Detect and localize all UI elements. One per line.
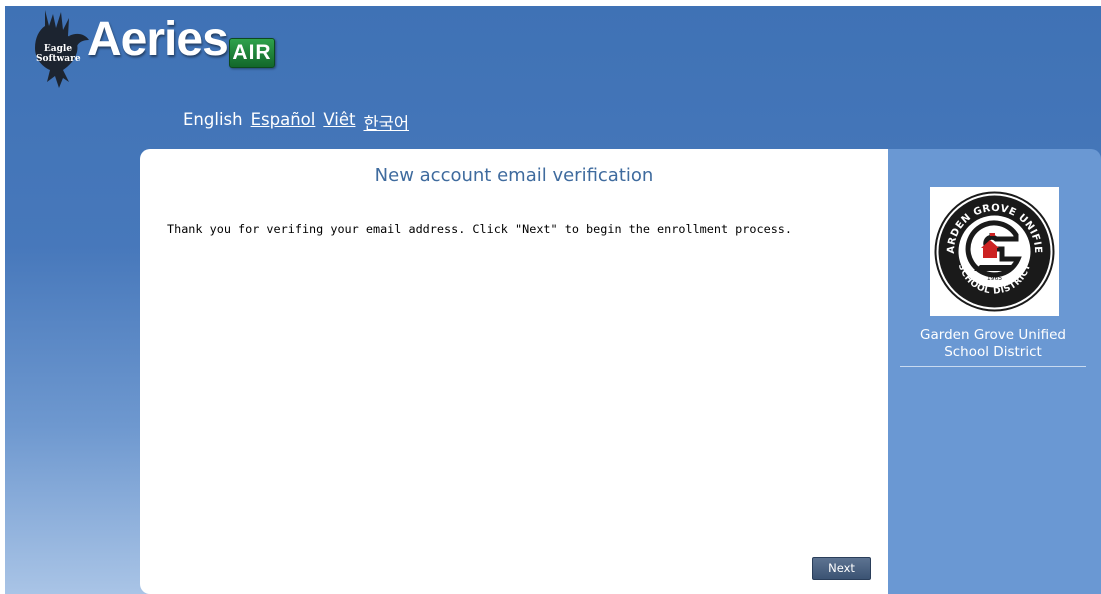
side-divider bbox=[900, 366, 1086, 367]
page-title: New account email verification bbox=[374, 165, 654, 186]
language-selector: English Español Viêt 한국어 bbox=[183, 110, 409, 134]
district-logo: GARDEN GROVE UNIFIED SCHOOL DISTRICT 196… bbox=[926, 179, 1059, 316]
language-english: English bbox=[183, 110, 243, 129]
svg-text:1965: 1965 bbox=[987, 275, 1002, 282]
district-name-line2: School District bbox=[944, 344, 1042, 360]
aeries-logo: Eagle Software Aeries AIR bbox=[23, 8, 293, 90]
eagle-label-line1: Eagle bbox=[43, 44, 73, 54]
district-side-panel: GARDEN GROVE UNIFIED SCHOOL DISTRICT 196… bbox=[888, 149, 1101, 594]
language-korean-link[interactable]: 한국어 bbox=[363, 110, 409, 134]
district-name: Garden Grove Unified School District bbox=[900, 327, 1086, 361]
language-espanol-link[interactable]: Español bbox=[251, 110, 316, 134]
eagle-software-label: Eagle Software bbox=[36, 44, 81, 64]
brand-name: Aeries bbox=[87, 13, 229, 66]
district-seal-icon: GARDEN GROVE UNIFIED SCHOOL DISTRICT 196… bbox=[926, 179, 1055, 312]
verification-message: Thank you for verifing your email addres… bbox=[167, 222, 793, 236]
eagle-label-line2: Software bbox=[36, 54, 81, 64]
district-name-line1: Garden Grove Unified bbox=[920, 327, 1066, 343]
air-badge: AIR bbox=[229, 38, 275, 68]
language-viet-link[interactable]: Viêt bbox=[323, 110, 355, 134]
next-button[interactable]: Next bbox=[812, 557, 871, 580]
main-panel: New account email verification Thank you… bbox=[140, 149, 888, 594]
